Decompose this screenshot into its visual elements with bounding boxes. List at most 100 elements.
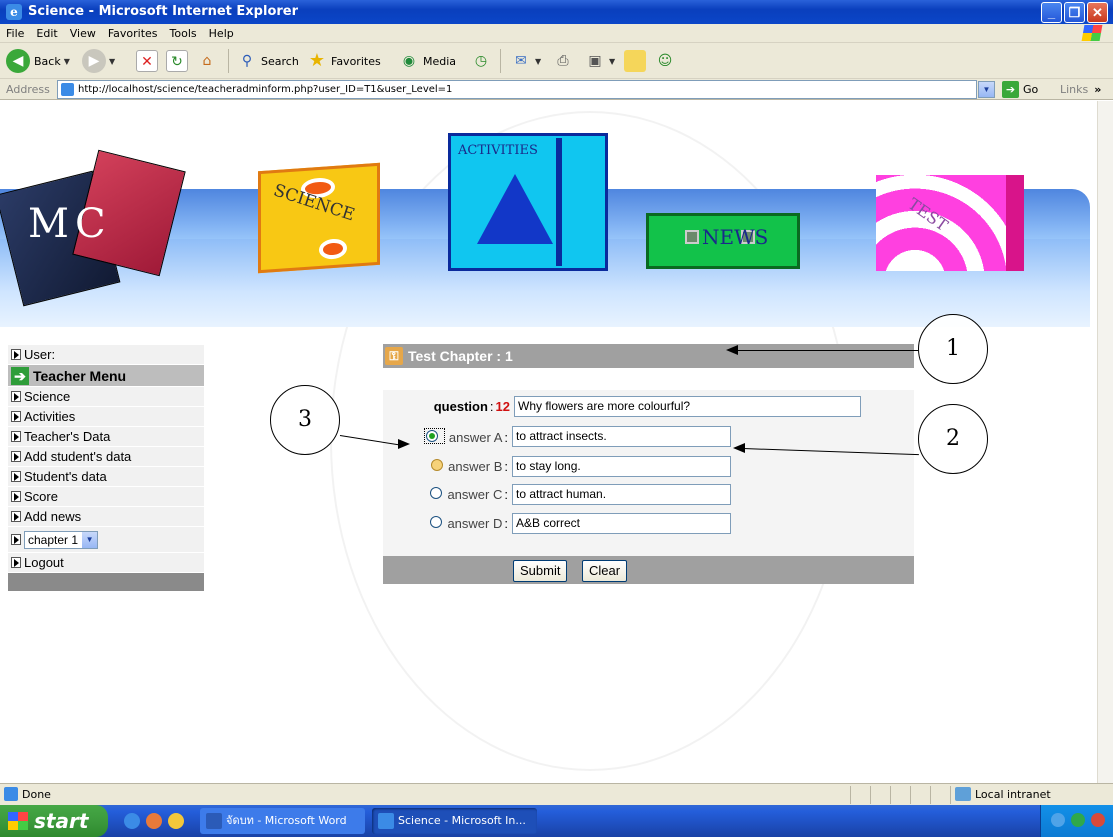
menu-view[interactable]: View [64,24,102,40]
sidebar-chapter-row: chapter 1 ▼ [8,527,204,553]
address-input[interactable]: http://localhost/science/teacheradminfor… [57,80,977,99]
sidebar-user: User: [8,345,204,365]
vertical-scrollbar[interactable] [1097,101,1113,783]
bullet-arrow-icon [11,349,21,360]
menu-file[interactable]: File [0,24,30,40]
media-icon: ◉ [402,53,416,69]
answer-a-radio[interactable] [424,427,446,444]
answer-row-a: answer A: to attract insects. [383,424,731,448]
favorites-button[interactable]: ★ Favorites [306,48,381,74]
callout-3: 3 [270,385,340,455]
search-icon: ⚲ [241,53,253,69]
status-bar: Done Local intranet [0,783,1113,805]
messenger-button[interactable]: ☺ [654,48,676,74]
edit-button[interactable]: ▣ ▼ [584,48,615,74]
key-icon: ⚿ [385,347,403,365]
links-button[interactable]: Links» [1060,83,1101,96]
standard-toolbar: ◀ Back ▼ ▶ ▼ ✕ ↻ ⌂ ⚲ Search ★ Favorites ◉ … [0,43,1113,79]
media-quicklaunch-icon[interactable] [146,813,162,829]
start-button[interactable]: start [0,805,108,837]
address-label: Address [6,83,50,96]
minimize-button[interactable]: _ [1041,2,1062,23]
chapter-select[interactable]: chapter 1 ▼ [24,530,99,549]
test-book[interactable] [876,175,1024,271]
mail-button[interactable]: ✉ ▼ [510,48,541,74]
discuss-button[interactable] [624,48,646,74]
stop-button[interactable]: ✕ [136,48,158,74]
callout-1: 1 [918,314,988,384]
menu-tools[interactable]: Tools [164,24,203,40]
clear-button[interactable]: Clear [582,560,628,582]
chapter-select-value: chapter 1 [28,532,79,547]
site-banner: MC SCIENCE ACTIVITIES NEWS TEST [0,101,1097,327]
answer-d-input[interactable]: A&B correct [512,512,731,534]
forward-button[interactable]: ▶ ▼ [82,48,115,74]
task-ie-label: Science - Microsoft In... [398,814,526,827]
back-button[interactable]: ◀ Back ▼ [6,48,70,74]
maximize-button[interactable]: ❐ [1064,2,1085,23]
news-label[interactable]: NEWS [702,225,768,249]
sidebar-item-score[interactable]: Score [8,487,204,507]
system-tray [1040,805,1113,837]
answer-b-label: answer B [448,458,503,474]
tray-antivirus-icon[interactable] [1091,813,1105,827]
sidebar-item-add-news[interactable]: Add news [8,507,204,527]
test-title: Test Chapter : 1 [408,348,513,364]
test-panel-footer: Submit Clear [383,556,914,584]
home-button[interactable]: ⌂ [196,48,218,74]
sidebar-item-label: Add news [24,509,82,524]
sidebar-item-add-students-data[interactable]: Add student's data [8,447,204,467]
site-logo[interactable]: MC [28,201,112,247]
sidebar-item-label: Add student's data [24,449,132,464]
status-text: Done [22,788,51,801]
media-button[interactable]: ◉ Media [398,48,456,74]
menu-edit[interactable]: Edit [30,24,63,40]
submit-button[interactable]: Submit [513,560,568,582]
go-label: Go [1023,83,1039,96]
answer-b-radio[interactable] [431,458,444,471]
sidebar-item-activities[interactable]: Activities [8,407,204,427]
forward-arrow-icon: ▶ [82,49,106,73]
go-button[interactable]: ➔ Go [1002,81,1038,98]
ie-quicklaunch-icon[interactable] [124,813,140,829]
address-dropdown-button[interactable]: ▼ [978,81,995,98]
menu-help[interactable]: Help [203,24,240,40]
close-button[interactable]: ✕ [1087,2,1108,23]
task-ie[interactable]: Science - Microsoft In... [372,808,537,834]
test-form: question:12 Why flowers are more colourf… [383,368,914,556]
windows-logo-icon [1081,25,1103,41]
answer-d-radio[interactable] [430,515,443,528]
back-label: Back [34,54,61,68]
sidebar-item-students-data[interactable]: Student's data [8,467,204,487]
windows-flag-icon [8,812,28,830]
search-button[interactable]: ⚲ Search [236,48,299,74]
sidebar-item-logout[interactable]: Logout [8,553,204,573]
sidebar-item-science[interactable]: Science [8,387,204,407]
answer-c-input[interactable]: to attract human. [512,483,731,505]
folder-icon [624,50,646,72]
menu-bar: File Edit View Favorites Tools Help [0,24,1113,43]
bullet-arrow-icon [11,451,21,462]
refresh-button[interactable]: ↻ [166,48,188,74]
question-input[interactable]: Why flowers are more colourful? [514,395,861,417]
answer-b-input[interactable]: to stay long. [512,455,731,477]
bullet-arrow-icon [11,557,21,568]
tray-network-icon[interactable] [1051,813,1065,827]
chevron-down-icon: ▼ [82,531,98,548]
answer-c-radio[interactable] [430,486,443,499]
menu-favorites[interactable]: Favorites [102,24,164,40]
address-url: http://localhost/science/teacheradminfor… [78,84,453,95]
bullet-arrow-icon [11,411,21,422]
answer-a-input[interactable]: to attract insects. [512,425,731,447]
print-button[interactable]: ⎙ [552,48,574,74]
activities-label[interactable]: ACTIVITIES [458,143,538,158]
user-label: User: [24,347,56,362]
refresh-icon: ↻ [166,50,188,72]
task-word[interactable]: จัดบท - Microsoft Word [200,808,365,834]
ie-app-icon: e [6,4,22,20]
sidebar-item-teachers-data[interactable]: Teacher's Data [8,427,204,447]
tray-shield-icon[interactable] [1071,813,1085,827]
messenger-quicklaunch-icon[interactable] [168,813,184,829]
history-button[interactable]: ◷ [470,48,492,74]
question-number: 12 [495,398,510,414]
